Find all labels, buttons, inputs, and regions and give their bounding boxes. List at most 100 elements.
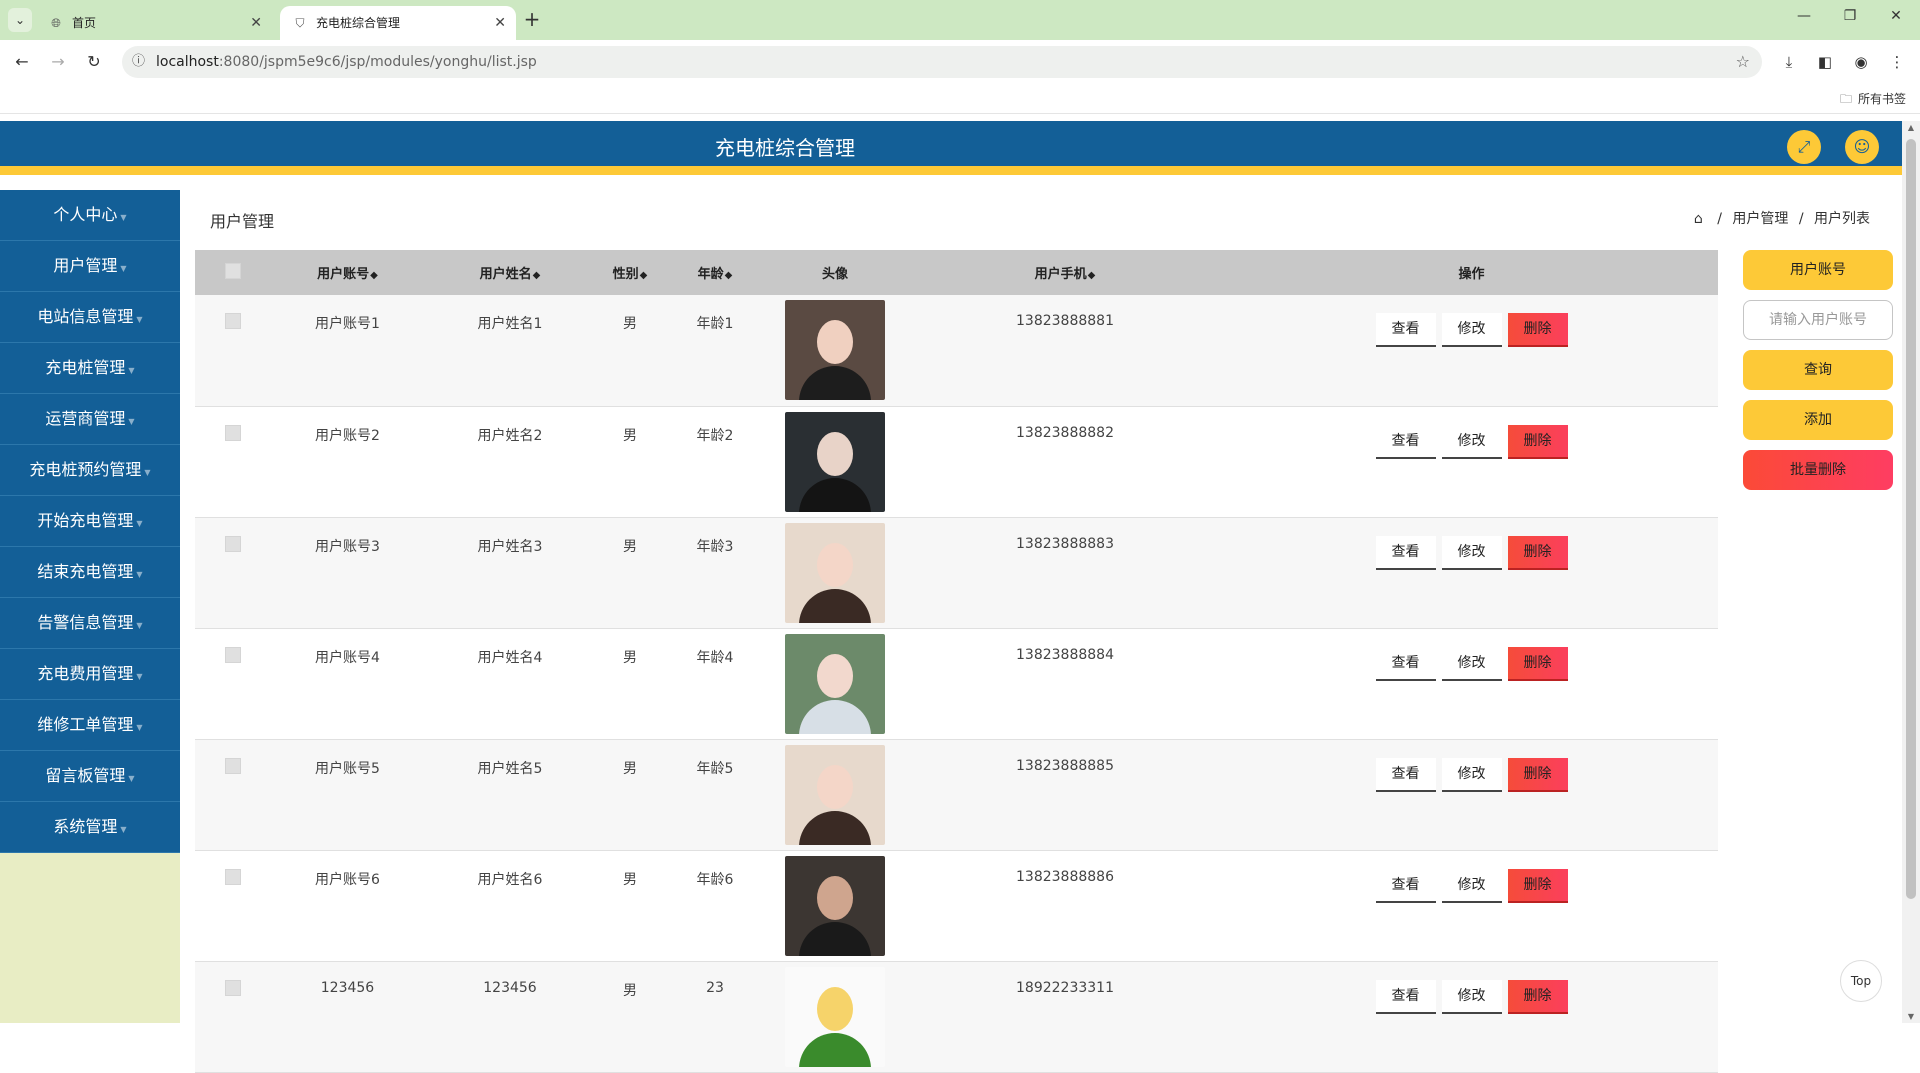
url-bar[interactable]: ⓘ localhost:8080/jspm5e9c6/jsp/modules/y… <box>122 46 1762 78</box>
sidebar-item[interactable]: 系统管理 ▼ <box>0 802 180 853</box>
browser-tab-active[interactable]: ⛉ 充电桩综合管理 ✕ <box>280 6 516 40</box>
restore-button[interactable]: ❐ <box>1838 8 1862 24</box>
sidebar-item[interactable]: 充电桩管理 ▼ <box>0 343 180 394</box>
sidebar-item[interactable]: 维修工单管理 ▼ <box>0 700 180 751</box>
delete-button[interactable]: 删除 <box>1507 313 1568 347</box>
row-checkbox[interactable] <box>224 757 241 774</box>
table-row: 用户账号1 用户姓名1 男年龄1 13823888881 查看 修改 删除 <box>195 295 1718 407</box>
column-header[interactable]: 用户姓名◆ <box>425 250 595 295</box>
view-button[interactable]: 查看 <box>1375 424 1436 459</box>
column-header[interactable]: 性别◆ <box>595 250 665 295</box>
sidebar-item[interactable]: 用户管理 ▼ <box>0 241 180 292</box>
delete-button[interactable]: 删除 <box>1507 424 1568 459</box>
sidebar-item[interactable]: 电站信息管理 ▼ <box>0 292 180 343</box>
row-checkbox[interactable] <box>224 424 241 441</box>
close-tab-icon[interactable]: ✕ <box>494 6 506 40</box>
edit-button[interactable]: 修改 <box>1441 646 1502 681</box>
select-all-cell <box>195 250 270 295</box>
scroll-down-icon[interactable]: ▼ <box>1906 1012 1916 1021</box>
sidebar-item[interactable]: 个人中心 ▼ <box>0 190 180 241</box>
column-header[interactable]: 用户账号◆ <box>270 250 425 295</box>
scroll-thumb[interactable] <box>1906 139 1916 899</box>
scroll-up-icon[interactable]: ▲ <box>1906 123 1916 132</box>
browser-tab-home[interactable]: 🌐︎ 首页 ✕ <box>36 6 272 40</box>
view-button[interactable]: 查看 <box>1375 646 1436 681</box>
profile-icon[interactable]: ◉ <box>1849 50 1873 74</box>
sort-icon[interactable]: ◆ <box>533 270 541 281</box>
column-header[interactable]: 年龄◆ <box>665 250 765 295</box>
sidebar-item[interactable]: 告警信息管理 ▼ <box>0 598 180 649</box>
sidebar-item[interactable]: 充电桩预约管理 ▼ <box>0 445 180 496</box>
sort-icon[interactable]: ◆ <box>640 270 648 281</box>
edit-button[interactable]: 修改 <box>1441 424 1502 459</box>
sidebar-item[interactable]: 开始充电管理 ▼ <box>0 496 180 547</box>
avatar <box>785 411 885 512</box>
sort-icon[interactable]: ◆ <box>725 270 733 281</box>
avatar-face <box>817 764 853 809</box>
site-info-icon[interactable]: ⓘ <box>132 46 145 78</box>
view-button[interactable]: 查看 <box>1375 979 1436 1014</box>
fullscreen-icon[interactable]: ⤢ <box>1787 130 1821 164</box>
delete-button[interactable]: 删除 <box>1507 535 1568 570</box>
delete-button[interactable]: 删除 <box>1507 979 1568 1014</box>
all-bookmarks-folder[interactable]: 🗀︎ 所有书签 <box>1840 90 1906 111</box>
edit-button[interactable]: 修改 <box>1441 535 1502 570</box>
add-button[interactable]: 添加 <box>1743 400 1893 440</box>
home-icon[interactable]: ⌂ <box>1694 211 1703 227</box>
new-tab-button[interactable]: + <box>520 8 544 32</box>
avatar-cell <box>765 295 905 407</box>
avatar-cell <box>765 517 905 629</box>
scrollbar[interactable]: ▲ ▼ <box>1902 121 1920 1023</box>
sidebar-item[interactable]: 结束充电管理 ▼ <box>0 547 180 598</box>
row-checkbox[interactable] <box>224 979 241 996</box>
user-table: 用户账号◆ 用户姓名◆ 性别◆ 年龄◆ 头像 用户手机◆ 操作 用户账号1 用户姓名1 男年龄1… <box>195 250 1718 1073</box>
forward-button[interactable]: → <box>46 50 70 74</box>
back-button[interactable]: ← <box>10 50 34 74</box>
breadcrumb-item[interactable]: 用户管理 <box>1732 211 1788 227</box>
row-checkbox[interactable] <box>224 535 241 552</box>
batch-delete-button[interactable]: 批量删除 <box>1743 450 1893 490</box>
close-tab-icon[interactable]: ✕ <box>250 6 262 40</box>
side-panel-icon[interactable]: ◧ <box>1813 50 1837 74</box>
delete-button[interactable]: 删除 <box>1507 646 1568 681</box>
minimize-button[interactable]: — <box>1792 8 1816 24</box>
select-all-checkbox[interactable] <box>224 262 241 279</box>
column-header[interactable]: 用户手机◆ <box>905 250 1225 295</box>
delete-button[interactable]: 删除 <box>1507 757 1568 792</box>
sort-icon[interactable]: ◆ <box>1088 270 1096 281</box>
edit-button[interactable]: 修改 <box>1441 757 1502 792</box>
edit-button[interactable]: 修改 <box>1441 979 1502 1014</box>
view-button[interactable]: 查看 <box>1375 757 1436 792</box>
view-button[interactable]: 查看 <box>1375 313 1436 347</box>
browser-menu-icon[interactable]: ⋮ <box>1885 50 1909 74</box>
sidebar-item[interactable]: 运营商管理 ▼ <box>0 394 180 445</box>
sidebar-item[interactable]: 留言板管理 ▼ <box>0 751 180 802</box>
tab-search-button[interactable]: ⌄ <box>8 8 32 32</box>
query-button[interactable]: 查询 <box>1743 350 1893 390</box>
select-cell <box>195 406 270 518</box>
avatar-face <box>817 320 853 364</box>
row-checkbox[interactable] <box>224 313 241 329</box>
delete-button[interactable]: 删除 <box>1507 868 1568 903</box>
search-input[interactable] <box>1743 300 1893 340</box>
view-button[interactable]: 查看 <box>1375 868 1436 903</box>
close-window-button[interactable]: ✕ <box>1884 8 1908 24</box>
bookmark-star-icon[interactable]: ☆ <box>1736 46 1750 78</box>
row-checkbox[interactable] <box>224 868 241 885</box>
edit-button[interactable]: 修改 <box>1441 313 1502 347</box>
avatar <box>785 522 885 623</box>
avatar-face <box>817 653 853 698</box>
view-button[interactable]: 查看 <box>1375 535 1436 570</box>
user-icon[interactable]: ☺︎ <box>1845 130 1879 164</box>
avatar-cell <box>765 628 905 740</box>
page-title: 用户管理 <box>210 212 275 231</box>
row-checkbox[interactable] <box>224 646 241 663</box>
edit-button[interactable]: 修改 <box>1441 868 1502 903</box>
sidebar-item[interactable]: 充电费用管理 ▼ <box>0 649 180 700</box>
reload-button[interactable]: ↻ <box>82 50 106 74</box>
avatar-cell <box>765 961 905 1073</box>
sort-icon[interactable]: ◆ <box>370 270 378 281</box>
back-to-top-button[interactable]: Top <box>1840 960 1882 1002</box>
download-icon[interactable]: ⤓ <box>1777 50 1801 74</box>
avatar-face <box>817 431 853 476</box>
